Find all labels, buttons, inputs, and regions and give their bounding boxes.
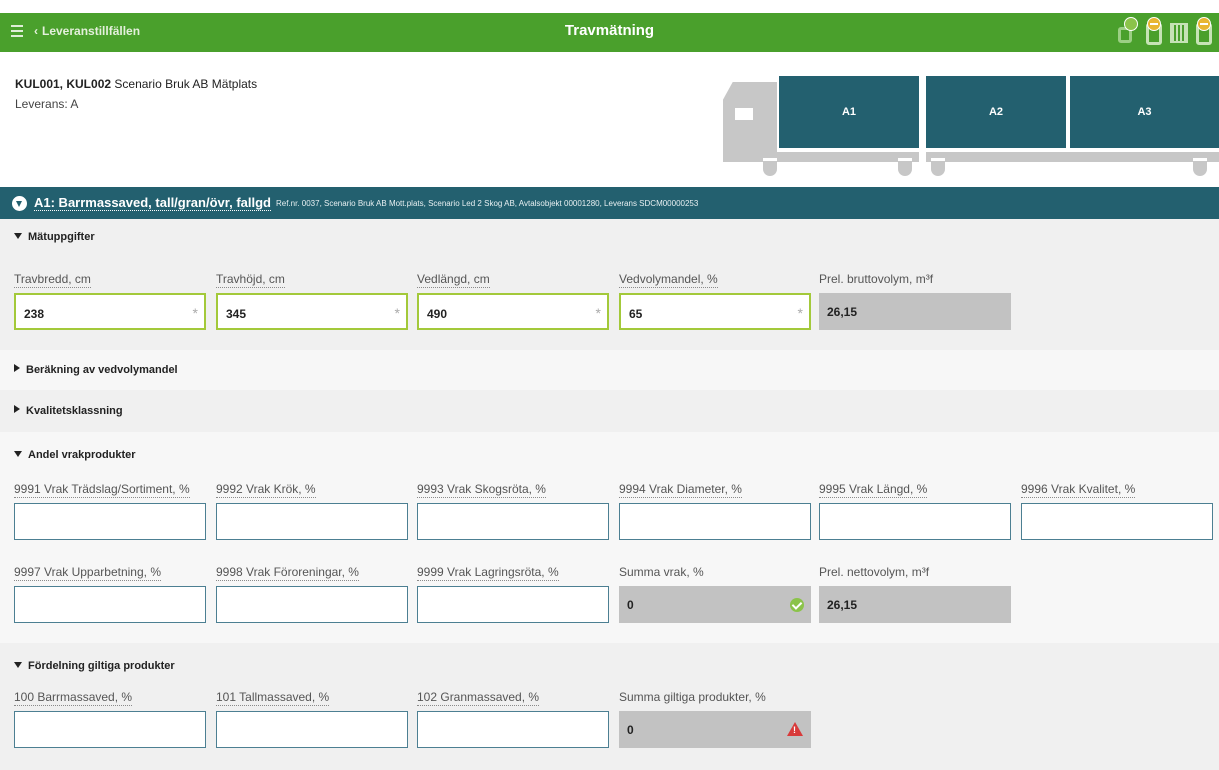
granmassaved-input[interactable]: [417, 711, 609, 748]
section-title[interactable]: Mätuppgifter: [14, 231, 95, 243]
caret-right-icon: [14, 405, 20, 413]
document-pending-icon[interactable]: [1143, 17, 1165, 47]
section-title[interactable]: Fördelning giltiga produkter: [14, 660, 175, 672]
truck-section-a1[interactable]: A1: [779, 76, 919, 148]
truck-section-a3[interactable]: A3: [1070, 76, 1219, 148]
wheel: [1193, 158, 1207, 176]
wheel: [898, 158, 912, 176]
approve-icon[interactable]: [1118, 17, 1140, 47]
top-bar: ‹ Leveranstillfällen Travmätning: [0, 13, 1219, 52]
measure-place: Scenario Bruk AB Mätplats: [114, 77, 258, 91]
nettovolym-field: Prel. nettovolym, m³f 26,15: [819, 565, 1011, 623]
vrak-9995-input[interactable]: [819, 503, 1011, 540]
toolbar-actions: [1118, 17, 1215, 47]
vrak-9997-field: 9997 Vrak Upparbetning, %: [14, 565, 206, 623]
caret-down-icon: [14, 662, 22, 668]
vrak-9992-field: 9992 Vrak Krök, %: [216, 482, 408, 540]
barrmassaved-input[interactable]: [14, 711, 206, 748]
caret-down-icon: [14, 233, 22, 239]
section-title[interactable]: Kvalitetsklassning: [14, 405, 123, 417]
summa-vrak-field: Summa vrak, % 0: [619, 565, 811, 623]
tallmassaved-input[interactable]: [216, 711, 408, 748]
vrak-9996-input[interactable]: [1021, 503, 1213, 540]
required-icon: *: [797, 305, 803, 321]
vrak-9999-field: 9999 Vrak Lagringsröta, %: [417, 565, 609, 623]
travhojd-input[interactable]: 345 *: [216, 293, 408, 330]
required-icon: *: [192, 305, 198, 321]
tallmassaved-field: 101 Tallmassaved, %: [216, 690, 408, 748]
vrak-9998-field: 9998 Vrak Föroreningar, %: [216, 565, 408, 623]
page-title: Travmätning: [564, 22, 655, 39]
warning-icon: [787, 722, 803, 736]
section-berakning[interactable]: Beräkning av vedvolymandel: [0, 350, 1219, 390]
granmassaved-field: 102 Granmassaved, %: [417, 690, 609, 748]
vedvolymandel-input[interactable]: 65 *: [619, 293, 811, 330]
vrak-9994-field: 9994 Vrak Diameter, %: [619, 482, 811, 540]
vrak-9997-input[interactable]: [14, 586, 206, 623]
vedlangd-input[interactable]: 490 *: [417, 293, 609, 330]
vrak-9993-input[interactable]: [417, 503, 609, 540]
travbredd-field: Travbredd, cm 238 *: [14, 272, 206, 330]
caret-down-icon: [14, 451, 22, 457]
delivery-info: KUL001, KUL002 Scenario Bruk AB Mätplats…: [15, 77, 257, 111]
vrak-9999-input[interactable]: [417, 586, 609, 623]
item-header[interactable]: A1: Barrmassaved, tall/gran/övr, fallgd …: [0, 187, 1219, 219]
bruttovolym-field: Prel. bruttovolym, m³f 26,15: [819, 272, 1011, 330]
section-vrak: Andel vrakprodukter 9991 Vrak Trädslag/S…: [0, 432, 1219, 643]
summa-giltiga-value: 0: [619, 711, 811, 748]
barrmassaved-field: 100 Barrmassaved, %: [14, 690, 206, 748]
vedlangd-field: Vedlängd, cm 490 *: [417, 272, 609, 330]
vrak-9991-input[interactable]: [14, 503, 206, 540]
required-icon: *: [394, 305, 400, 321]
section-matuppgifter: Mätuppgifter Travbredd, cm 238 * Travhöjd…: [0, 219, 1219, 350]
vrak-9996-field: 9996 Vrak Kvalitet, %: [1021, 482, 1213, 540]
cart-icon[interactable]: [1168, 17, 1190, 47]
caret-right-icon: [14, 364, 20, 372]
check-circle-icon: [790, 598, 804, 612]
item-ref: Ref.nr. 0037, Scenario Bruk AB Mott.plat…: [275, 198, 699, 208]
required-icon: *: [595, 305, 601, 321]
truck-cab: [723, 82, 777, 162]
summa-giltiga-field: Summa giltiga produkter, % 0: [619, 690, 811, 748]
vrak-9992-input[interactable]: [216, 503, 408, 540]
document-warning-icon[interactable]: [1193, 17, 1215, 47]
delivery-label: Leverans: A: [15, 97, 79, 111]
section-kvalitet[interactable]: Kvalitetsklassning: [0, 390, 1219, 432]
measure-codes: KUL001, KUL002: [15, 77, 112, 91]
section-fordelning: Fördelning giltiga produkter 100 Barrmas…: [0, 643, 1219, 770]
wheel: [931, 158, 945, 176]
section-title[interactable]: Beräkning av vedvolymandel: [14, 364, 178, 376]
vrak-9998-input[interactable]: [216, 586, 408, 623]
collapse-toggle-icon[interactable]: [12, 195, 27, 211]
section-title[interactable]: Andel vrakprodukter: [14, 449, 136, 461]
trailer-chassis: [926, 152, 1219, 162]
truck-section-a2[interactable]: A2: [926, 76, 1066, 148]
vrak-9991-field: 9991 Vrak Trädslag/Sortiment, %: [14, 482, 206, 540]
summa-vrak-value: 0: [619, 586, 811, 623]
travhojd-field: Travhöjd, cm 345 *: [216, 272, 408, 330]
item-title: A1: Barrmassaved, tall/gran/övr, fallgd: [34, 195, 271, 211]
nettovolym-value: 26,15: [819, 586, 1011, 623]
wheel: [763, 158, 777, 176]
vedvolymandel-field: Vedvolymandel, % 65 *: [619, 272, 811, 330]
travbredd-input[interactable]: 238 *: [14, 293, 206, 330]
vrak-9993-field: 9993 Vrak Skogsröta, %: [417, 482, 609, 540]
vrak-9994-input[interactable]: [619, 503, 811, 540]
truck-diagram: A1 A2 A3: [723, 76, 1219, 186]
bruttovolym-value: 26,15: [819, 293, 1011, 330]
vrak-9995-field: 9995 Vrak Längd, %: [819, 482, 1011, 540]
